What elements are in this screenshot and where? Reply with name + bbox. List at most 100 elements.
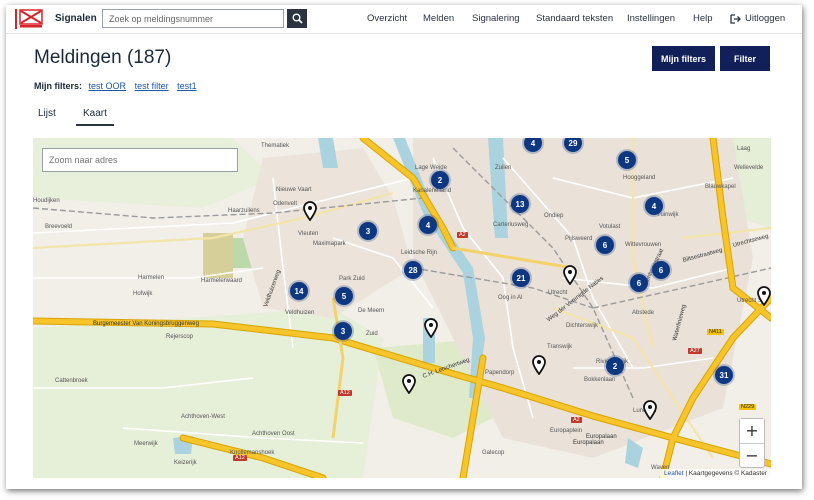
location-pin-icon[interactable] [402, 374, 416, 395]
nav-overzicht[interactable]: Overzicht [367, 13, 407, 24]
cluster-marker[interactable]: 5 [335, 287, 353, 305]
map-view[interactable]: Thematiek Nieuwe Vaart Odenvelt Vleuten Maxi… [33, 138, 771, 478]
cluster-marker[interactable]: 5 [618, 151, 636, 169]
map-place-label: Achthoven Oost [252, 431, 295, 437]
nav-melden[interactable]: Melden [423, 13, 454, 24]
attribution-text: | Kaartgegevens © Kadaster [683, 470, 767, 477]
cluster-marker[interactable]: 13 [511, 195, 529, 213]
nav-help[interactable]: Help [693, 13, 713, 24]
map-place-label: Ondiep [544, 213, 564, 219]
filter-link-test-oor[interactable]: test OOR [89, 81, 127, 91]
my-filters-button[interactable]: Mijn filters [652, 46, 715, 71]
logout-label: Uitloggen [745, 13, 786, 24]
search-button[interactable] [287, 9, 307, 28]
cluster-marker[interactable]: 21 [512, 269, 530, 287]
map-place-label: Papendorp [485, 370, 515, 376]
location-pin-icon[interactable] [303, 201, 317, 222]
nav-standaard-teksten[interactable]: Standaard teksten [536, 13, 613, 24]
map-place-label: Abstede [632, 310, 655, 316]
leaflet-link[interactable]: Leaflet [664, 470, 684, 477]
map-place-label: Blauwkapel [705, 184, 736, 190]
map-place-label: Houdijken [33, 198, 60, 204]
zoom-to-address-input[interactable] [42, 148, 238, 172]
location-pin-icon[interactable] [757, 286, 771, 307]
top-navigation-bar: Signalen Overzicht Melden Signalering St… [6, 5, 802, 34]
location-pin-icon[interactable] [532, 355, 546, 376]
cluster-marker[interactable]: 31 [715, 366, 733, 384]
cluster-marker[interactable]: 2 [431, 171, 449, 189]
my-filters-row: Mijn filters: test OOR test filter test1 [34, 81, 203, 91]
map-place-label: Hofwijk [133, 291, 153, 297]
map-place-label: Lage Weide [415, 165, 447, 171]
map-road-label: Europalaan [573, 440, 604, 446]
cluster-marker[interactable]: 28 [404, 261, 422, 279]
map-place-label: Kanaleneiland [413, 188, 452, 194]
map-place-label: Meerwijk [134, 441, 158, 447]
map-place-label: Harmelen [138, 275, 165, 281]
map-place-label: Hooggeland [623, 175, 656, 181]
map-place-label: Nieuwe Vaart [276, 187, 312, 193]
road-shield: A12 [233, 455, 247, 461]
road-shield: N229 [739, 404, 757, 410]
map-place-label: Europaplein [550, 428, 583, 434]
map-place-label: Thematiek [261, 143, 290, 149]
search-input[interactable] [102, 9, 284, 28]
location-pin-icon[interactable] [643, 400, 657, 421]
cluster-marker[interactable]: 3 [359, 222, 377, 240]
gemeente-utrecht-logo[interactable] [15, 9, 45, 29]
location-pin-icon[interactable] [424, 318, 438, 339]
map-place-label: Veldhuizen [285, 310, 315, 316]
map-attribution: Leaflet | Kaartgegevens © Kadaster [660, 469, 771, 478]
cluster-marker[interactable]: 14 [290, 282, 308, 300]
road-shield: A2 [457, 232, 468, 238]
map-place-label: Cattenbroek [55, 378, 88, 384]
cluster-marker[interactable]: 2 [606, 357, 624, 375]
road-shield: N411 [707, 329, 724, 335]
my-filters-label: Mijn filters: [34, 81, 83, 91]
road-shield: A12 [338, 390, 352, 396]
cluster-marker[interactable]: 6 [652, 261, 670, 279]
map-place-label: Wellevelde [734, 165, 764, 171]
zoom-out-button[interactable]: − [740, 443, 764, 466]
logout-icon [730, 13, 741, 24]
zoom-in-button[interactable]: + [740, 419, 764, 443]
app-window: Signalen Overzicht Melden Signalering St… [6, 5, 802, 489]
map-place-label: Oog in Al [498, 295, 523, 301]
map-place-label: Harmelerwaard [201, 278, 243, 284]
map-place-label: Park Zuid [339, 276, 365, 282]
map-place-label: Keizerijk [174, 460, 197, 466]
brand-name[interactable]: Signalen [55, 13, 97, 24]
tab-lijst[interactable]: Lijst [38, 108, 56, 119]
cluster-marker[interactable]: 3 [334, 322, 352, 340]
cluster-marker[interactable]: 4 [419, 216, 437, 234]
search-icon [292, 13, 303, 24]
cluster-marker[interactable]: 4 [645, 197, 663, 215]
map-place-label: Bokkenlaan [584, 377, 616, 383]
map-place-label: Pijlsweerd [565, 236, 593, 242]
map-place-label: Tuinwijk [657, 212, 679, 218]
map-place-label: Zuilen [495, 165, 512, 171]
active-tab-indicator [76, 124, 114, 126]
map-tiles [33, 138, 771, 478]
map-place-label: Leidsche Rijn [401, 250, 438, 256]
filter-button[interactable]: Filter [720, 46, 770, 71]
road-shield: A2 [571, 417, 582, 423]
map-place-label: Odenvelt [273, 201, 298, 207]
map-place-label: Dichterswijk [566, 323, 599, 329]
filter-link-test-filter[interactable]: test filter [135, 81, 169, 91]
nav-signalering[interactable]: Signalering [472, 13, 520, 24]
location-pin-icon[interactable] [563, 265, 577, 286]
filter-link-test1[interactable]: test1 [177, 81, 197, 91]
page-title: Meldingen (187) [34, 47, 172, 68]
nav-instellingen[interactable]: Instellingen [627, 13, 675, 24]
cluster-marker[interactable]: 6 [630, 274, 648, 292]
map-place-label: Breevoeld [45, 224, 73, 230]
tab-kaart[interactable]: Kaart [83, 108, 107, 119]
logout-link[interactable]: Uitloggen [730, 13, 785, 24]
cluster-marker[interactable]: 6 [596, 236, 614, 254]
map-road-label: Burgemeester Van Koningsbruggenweg [93, 321, 199, 327]
map-place-label: Wittevrouwen [625, 242, 662, 248]
map-place-label: Utrecht [548, 290, 568, 296]
map-place-label: Achthoven-West [181, 414, 225, 420]
map-place-label: De Meern [358, 308, 385, 314]
